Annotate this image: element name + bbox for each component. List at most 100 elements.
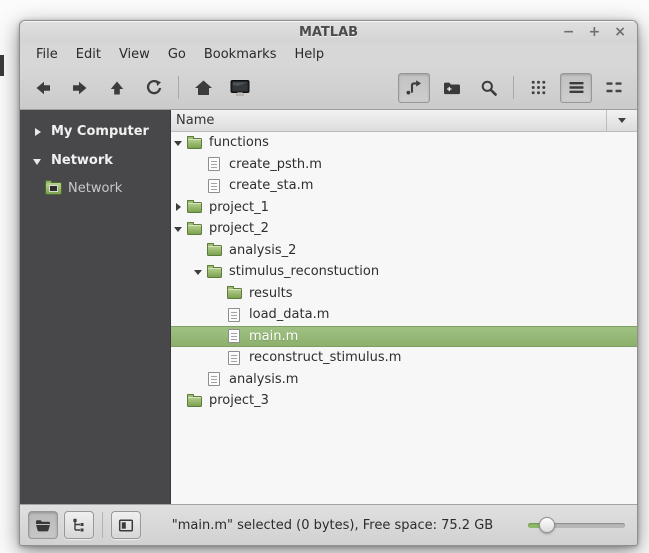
menu-file[interactable]: File xyxy=(27,45,67,64)
icon-slot xyxy=(207,264,222,278)
icon-view-button[interactable] xyxy=(523,74,553,102)
tree-row-label: project_1 xyxy=(209,199,269,215)
zoom-slider-handle[interactable] xyxy=(539,517,555,533)
places-icon xyxy=(35,518,51,532)
up-button[interactable] xyxy=(102,74,132,102)
zoom-slider[interactable] xyxy=(528,517,625,533)
back-button[interactable] xyxy=(28,74,58,102)
menu-go[interactable]: Go xyxy=(159,45,195,64)
file-manager-window: MATLAB − + × File Edit View Go Bookmarks… xyxy=(19,20,638,546)
folder-icon xyxy=(187,200,202,214)
treeview-icon xyxy=(71,518,87,532)
tree-row[interactable]: create_sta.m xyxy=(171,175,637,197)
file-icon xyxy=(208,178,220,193)
list-view-icon xyxy=(569,81,584,94)
location-entry-icon xyxy=(405,79,423,97)
tree-row-label: load_data.m xyxy=(249,307,330,323)
tree-row[interactable]: stimulus_reconstuction xyxy=(171,261,637,283)
tree-row[interactable]: functions xyxy=(171,132,637,154)
content-area: My Computer Network Network Name functio… xyxy=(20,110,637,504)
folder-icon xyxy=(227,286,242,300)
file-icon xyxy=(228,329,240,344)
icon-slot xyxy=(227,329,242,344)
window-controls: − + × xyxy=(563,21,626,43)
search-button[interactable] xyxy=(474,74,504,102)
tree-row[interactable]: reconstruct_stimulus.m xyxy=(171,347,637,369)
toolbar xyxy=(20,66,637,110)
menu-bookmarks[interactable]: Bookmarks xyxy=(195,45,286,64)
menu-view[interactable]: View xyxy=(110,45,159,64)
expander-collapsed-icon[interactable] xyxy=(174,202,183,212)
file-list-pane: Name functions create_psth.m create_sta.mp… xyxy=(171,110,637,504)
tree-row[interactable]: analysis.m xyxy=(171,369,637,391)
sidebar-section-network[interactable]: Network xyxy=(20,146,170,175)
hide-panel-icon xyxy=(118,518,134,533)
expander-collapsed-icon[interactable] xyxy=(33,127,43,137)
tree-row[interactable]: project_1 xyxy=(171,197,637,219)
tree-row[interactable]: results xyxy=(171,283,637,305)
tree-row-label: stimulus_reconstuction xyxy=(229,264,380,280)
up-icon xyxy=(108,79,126,97)
menu-help[interactable]: Help xyxy=(285,45,333,64)
compact-view-button[interactable] xyxy=(599,74,629,102)
list-view-button[interactable] xyxy=(560,72,592,103)
icon-slot xyxy=(207,178,222,193)
menubar: File Edit View Go Bookmarks Help xyxy=(20,43,637,66)
statusbar-separator xyxy=(102,512,103,538)
forward-button[interactable] xyxy=(65,74,95,102)
sidebar-section-my-computer[interactable]: My Computer xyxy=(20,117,170,146)
menu-edit[interactable]: Edit xyxy=(67,45,110,64)
file-icon xyxy=(208,157,220,172)
icon-slot xyxy=(207,372,222,387)
sidebar-item-network[interactable]: Network xyxy=(20,175,170,201)
icon-slot xyxy=(187,135,202,149)
hide-sidebar-button[interactable] xyxy=(111,511,141,539)
folder-icon xyxy=(187,221,202,235)
chevron-down-icon xyxy=(618,118,626,123)
computer-button[interactable] xyxy=(225,74,255,102)
show-places-button[interactable] xyxy=(28,511,58,539)
maximize-button[interactable]: + xyxy=(589,25,601,39)
compact-view-icon xyxy=(606,81,622,94)
folder-icon xyxy=(207,243,222,257)
tree-row-label: functions xyxy=(209,135,269,151)
close-button[interactable]: × xyxy=(614,25,626,39)
refresh-button[interactable] xyxy=(139,74,169,102)
column-menu-button[interactable] xyxy=(606,110,637,131)
icon-slot xyxy=(207,157,222,172)
tree-row[interactable]: project_3 xyxy=(171,390,637,412)
desktop-background: MATLAB − + × File Edit View Go Bookmarks… xyxy=(0,0,649,553)
tree-row-label: project_3 xyxy=(209,393,269,409)
tree-row[interactable]: load_data.m xyxy=(171,304,637,326)
name-column-header[interactable]: Name xyxy=(171,113,606,128)
search-icon xyxy=(480,79,498,97)
icon-slot xyxy=(227,350,242,365)
titlebar[interactable]: MATLAB − + × xyxy=(20,21,637,43)
statusbar: "main.m" selected (0 bytes), Free space:… xyxy=(20,504,637,545)
show-treeview-button[interactable] xyxy=(64,511,94,539)
tree-row[interactable]: create_psth.m xyxy=(171,154,637,176)
sidebar: My Computer Network Network xyxy=(20,110,171,504)
icon-slot xyxy=(187,221,202,235)
expander-expanded-icon[interactable] xyxy=(174,138,183,148)
file-tree: functions create_psth.m create_sta.mprojec… xyxy=(171,132,637,504)
tree-row[interactable]: main.m xyxy=(171,325,637,347)
expander-expanded-icon[interactable] xyxy=(174,224,183,234)
tree-row-label: analysis_2 xyxy=(229,242,297,258)
tree-row[interactable]: project_2 xyxy=(171,218,637,240)
new-folder-button[interactable] xyxy=(437,74,467,102)
home-icon xyxy=(194,79,213,97)
folder-icon xyxy=(187,393,202,407)
tree-row[interactable]: analysis_2 xyxy=(171,240,637,262)
expander-expanded-icon[interactable] xyxy=(33,156,43,166)
toggle-location-entry-button[interactable] xyxy=(398,72,430,103)
expander-expanded-icon[interactable] xyxy=(194,267,203,277)
icon-slot xyxy=(227,286,242,300)
home-button[interactable] xyxy=(188,74,218,102)
minimize-button[interactable]: − xyxy=(563,25,575,39)
